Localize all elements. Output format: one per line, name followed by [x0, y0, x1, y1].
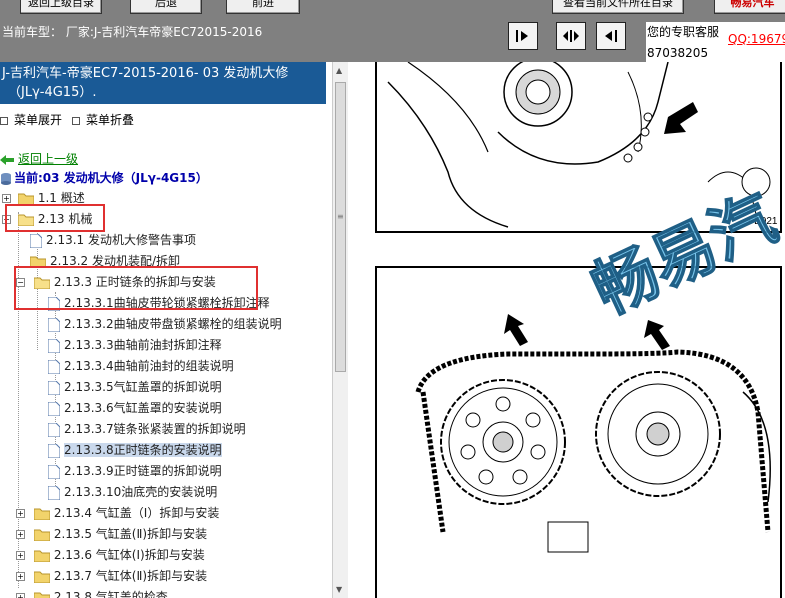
pane-split-button[interactable]: [556, 22, 586, 50]
green-back-arrow-icon: [0, 154, 14, 165]
tree-item-label: 2.13.5 气缸盖(Ⅱ)拆卸与安装: [53, 527, 208, 541]
pane-split-icon: [563, 30, 579, 42]
document-icon: [30, 233, 42, 248]
brand-button[interactable]: 畅易汽车: [714, 0, 785, 14]
forward-button[interactable]: 前进: [226, 0, 300, 14]
tree-item-selected[interactable]: 2.13.3.8正时链条的安装说明: [48, 440, 222, 460]
tree-item-label: 2.13.1 发动机大修警告事项: [46, 233, 196, 247]
pane-right-button[interactable]: [596, 22, 626, 50]
tree-item[interactable]: 2.13.3.3曲轴前油封拆卸注释: [48, 335, 222, 355]
tree-title-line2: （JLγ-4G15）.: [8, 85, 97, 100]
tree-item-label: 2.13.6 气缸体(Ⅰ)拆卸与安装: [53, 548, 205, 562]
service-panel: 您的专职客服 QQ:19679 87038205: [646, 22, 785, 62]
document-icon: [48, 443, 60, 458]
tree-item[interactable]: + 2.13.4 气缸盖（Ⅰ）拆卸与安装: [14, 503, 219, 523]
highlight-box-mechanical: [5, 204, 105, 232]
tree-item[interactable]: 2.13.3.9正时链罩的拆卸说明: [48, 461, 222, 481]
tree-item-label: 2.13.3.7链条张紧装置的拆卸说明: [64, 422, 246, 436]
expand-toggle[interactable]: +: [16, 551, 25, 560]
current-node-text: 当前:03 发动机大修（JLγ-4G15）: [14, 171, 208, 185]
collapse-all-label: 菜单折叠: [86, 113, 135, 127]
document-icon: [48, 317, 60, 332]
folder-icon: [33, 571, 50, 583]
timing-chain-diagram: FE021 畅易汽: [375, 62, 785, 598]
tree-item-label: 1.1 概述: [37, 191, 85, 205]
pane-left-icon: [516, 30, 528, 42]
highlight-box-timing-chain: [14, 266, 258, 310]
tree-item-label: 2.13.8 气缸盖的检查: [53, 590, 168, 598]
view-dir-button[interactable]: 查看当前文件所在目录: [552, 0, 684, 14]
diagram-pane: FE021 畅易汽: [348, 62, 785, 598]
expand-icon: [0, 116, 8, 125]
service-phone: 87038205: [647, 46, 709, 60]
document-icon: [48, 401, 60, 416]
collapse-all-button[interactable]: 菜单折叠: [72, 111, 134, 128]
expand-toggle[interactable]: +: [16, 509, 25, 518]
grip-icon: ≡: [337, 212, 344, 221]
tree-item[interactable]: 2.13.3.4曲轴前油封的组装说明: [48, 356, 234, 376]
tree-item[interactable]: 2.13.3.10油底壳的安装说明: [48, 482, 217, 502]
tree-item-label: 2.13.3.6气缸盖罩的安装说明: [64, 401, 222, 415]
tree-panel: J-吉利汽车-帝豪EC7-2015-2016- 03 发动机大修 （JLγ-4G…: [0, 62, 332, 598]
top-toolbar: 返回上级目录 后退 前进 查看当前文件所在目录 畅易汽车 当前车型： 厂家:J-…: [0, 0, 785, 62]
document-icon: [48, 359, 60, 374]
tree-item[interactable]: + 2.13.8 气缸盖的检查: [14, 587, 168, 598]
service-qq-link[interactable]: QQ:19679: [728, 32, 785, 46]
expand-all-button[interactable]: 菜单展开: [0, 111, 62, 128]
scroll-thumb[interactable]: [335, 82, 346, 372]
tree-item-label: 2.13.3.4曲轴前油封的组装说明: [64, 359, 234, 373]
document-icon: [48, 380, 60, 395]
pane-right-icon: [605, 30, 617, 42]
tree-item-label: 2.13.4 气缸盖（Ⅰ）拆卸与安装: [53, 506, 220, 520]
tree-item[interactable]: 2.13.3.7链条张紧装置的拆卸说明: [48, 419, 246, 439]
collapse-icon: [72, 116, 80, 125]
expand-toggle[interactable]: +: [16, 572, 25, 581]
document-icon: [48, 338, 60, 353]
tree-title-line1: J-吉利汽车-帝豪EC7-2015-2016- 03 发动机大修: [2, 66, 289, 81]
document-icon: [48, 485, 60, 500]
tree-item-label: 2.13.3.8正时链条的安装说明: [64, 443, 222, 457]
tree-item-label: 2.13.3.2曲轴皮带盘锁紧螺栓的组装说明: [64, 317, 282, 331]
current-node-label: 当前:03 发动机大修（JLγ-4G15）: [0, 169, 208, 186]
document-icon: [48, 464, 60, 479]
folder-icon: [33, 592, 50, 598]
tree-item[interactable]: + 2.13.5 气缸盖(Ⅱ)拆卸与安装: [14, 524, 207, 544]
expand-toggle[interactable]: +: [2, 194, 11, 203]
back-up-label: 返回上一级: [18, 152, 79, 166]
tree-item[interactable]: 2.13.1 发动机大修警告事项: [30, 230, 196, 250]
document-icon: [48, 422, 60, 437]
expand-toggle[interactable]: +: [16, 530, 25, 539]
folder-icon: [33, 529, 50, 541]
expand-all-label: 菜单展开: [14, 113, 63, 127]
tree-title: J-吉利汽车-帝豪EC7-2015-2016- 03 发动机大修 （JLγ-4G…: [0, 62, 326, 104]
tree-item[interactable]: 2.13.3.2曲轴皮带盘锁紧螺栓的组装说明: [48, 314, 282, 334]
tree-item[interactable]: 2.13.3.6气缸盖罩的安装说明: [48, 398, 222, 418]
back-up-link[interactable]: 返回上一级: [0, 150, 78, 167]
folder-icon: [33, 550, 50, 562]
tree-item[interactable]: + 2.13.6 气缸体(Ⅰ)拆卸与安装: [14, 545, 205, 565]
database-icon: [1, 172, 11, 185]
tree-item-label: 2.13.3.10油底壳的安装说明: [64, 485, 218, 499]
pane-left-button[interactable]: [508, 22, 538, 50]
tree-item-label: 2.13.3.5气缸盖罩的拆卸说明: [64, 380, 222, 394]
tree-item-label: 2.13.7 气缸体(Ⅱ)拆卸与安装: [53, 569, 208, 583]
folder-icon: [33, 508, 50, 520]
up-level-button[interactable]: 返回上级目录: [20, 0, 102, 14]
tree-item-label: 2.13.3.3曲轴前油封拆卸注释: [64, 338, 222, 352]
tree-scrollbar[interactable]: ▲ ≡ ▼: [332, 62, 349, 598]
car-type-label: 当前车型： 厂家:J-吉利汽车帝豪EC72015-2016: [2, 25, 263, 39]
tree-item-label: 2.13.3.9正时链罩的拆卸说明: [64, 464, 222, 478]
tree-item[interactable]: + 2.13.7 气缸体(Ⅱ)拆卸与安装: [14, 566, 207, 586]
scroll-up-icon[interactable]: ▲: [336, 66, 342, 75]
service-title: 您的专职客服: [647, 25, 720, 39]
tree-item[interactable]: 2.13.3.5气缸盖罩的拆卸说明: [48, 377, 222, 397]
back-button[interactable]: 后退: [130, 0, 202, 14]
expand-toggle[interactable]: +: [16, 593, 25, 598]
scroll-down-icon[interactable]: ▼: [336, 585, 342, 594]
